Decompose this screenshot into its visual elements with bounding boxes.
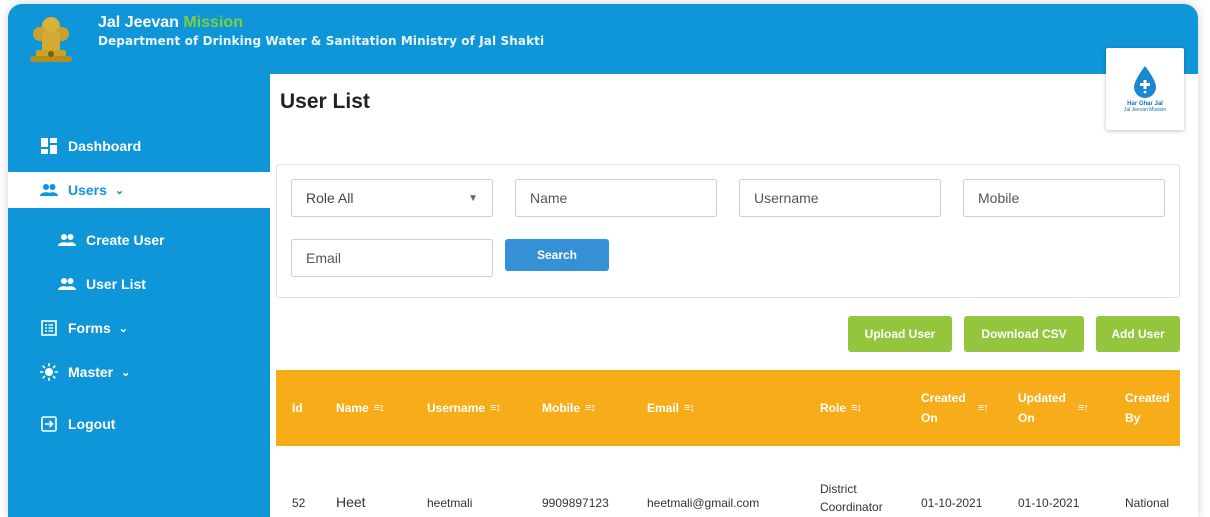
dashboard-icon: [40, 137, 58, 155]
sort-icon[interactable]: ≡↕: [684, 402, 695, 414]
sidebar-item-users[interactable]: Users ⌄: [8, 172, 270, 208]
sidebar: Dashboard Users ⌄ Create User User List: [8, 74, 270, 517]
col-header-created-on[interactable]: Created On ≡↑: [921, 370, 989, 446]
mobile-field[interactable]: [963, 179, 1165, 217]
brand-title-part1: Jal Jeevan: [98, 14, 179, 31]
col-header-label: Created By: [1125, 388, 1170, 428]
col-header-id: Id: [292, 370, 303, 446]
cell-updated-on: 01-10-2021: [1018, 496, 1080, 510]
sidebar-item-label: User List: [86, 276, 146, 292]
add-user-button[interactable]: Add User: [1096, 316, 1180, 352]
sun-icon: [40, 362, 58, 382]
cell-id: 52: [292, 496, 306, 510]
form-icon: [40, 319, 58, 337]
sidebar-item-label: Users: [68, 182, 107, 198]
sidebar-item-label: Logout: [68, 416, 116, 432]
col-header-label: Name: [336, 401, 369, 415]
sort-icon[interactable]: ≡↕: [585, 402, 596, 414]
department-subtitle: Department of Drinking Water & Sanitatio…: [98, 34, 545, 48]
table-header: Id Name ≡↕ Username ≡↕ Mobile ≡↕ Email ≡…: [276, 370, 1180, 446]
email-input[interactable]: [306, 250, 478, 266]
sidebar-item-label: Create User: [86, 232, 165, 248]
sort-icon[interactable]: ≡↑: [978, 402, 989, 414]
table-row: 52 Heet heetmali 9909897123 heetmali@gma…: [276, 446, 1180, 517]
sidebar-item-master[interactable]: Master ⌄: [8, 354, 270, 390]
page-title: User List: [280, 90, 370, 113]
cell-username: heetmali: [427, 496, 473, 510]
name-field[interactable]: [515, 179, 717, 217]
cell-name: Heet: [336, 494, 366, 510]
logo-text-line2: Jal Jeevan Mission: [1123, 107, 1167, 113]
col-header-label: Updated On: [1018, 388, 1066, 428]
col-header-label-line1: Created: [1125, 391, 1170, 405]
col-header-label: Role: [820, 401, 847, 415]
col-header-email[interactable]: Email ≡↕: [647, 370, 695, 446]
col-header-label: Id: [292, 401, 303, 415]
chevron-down-icon: ⌄: [121, 366, 131, 379]
col-header-username[interactable]: Username ≡↕: [427, 370, 501, 446]
cell-created-on: 01-10-2021: [921, 496, 983, 510]
users-icon: [58, 231, 76, 249]
col-header-label-line2: By: [1125, 411, 1141, 425]
sort-icon[interactable]: ≡↕: [374, 402, 385, 414]
sort-icon[interactable]: ≡↕: [490, 402, 501, 414]
col-header-label-line2: On: [921, 411, 938, 425]
mobile-input[interactable]: [978, 190, 1150, 206]
sidebar-item-forms[interactable]: Forms ⌄: [8, 310, 270, 346]
sort-icon[interactable]: ≡↕: [851, 402, 862, 414]
app-window: Jal Jeevan Mission Department of Drinkin…: [8, 4, 1198, 517]
role-select[interactable]: Role All ▼: [291, 179, 493, 217]
col-header-label: Created On: [921, 388, 966, 428]
main-content: User List Har Ghar Jal Jal Jeevan Missio…: [270, 48, 1198, 517]
col-header-label: Username: [427, 401, 486, 415]
cell-role-line1: District: [820, 482, 857, 496]
chevron-down-icon: ⌄: [118, 322, 129, 335]
users-icon: [40, 181, 58, 199]
cell-role-line2: Coordinator: [820, 500, 883, 514]
col-header-updated-on[interactable]: Updated On ≡↑: [1018, 370, 1089, 446]
brand-title-part2: Mission: [183, 14, 243, 31]
col-header-label-line1: Updated: [1018, 391, 1066, 405]
cell-role: District Coordinator: [820, 446, 883, 517]
username-field[interactable]: [739, 179, 941, 217]
sidebar-item-logout[interactable]: Logout: [8, 406, 270, 442]
brand-title: Jal Jeevan Mission: [98, 14, 243, 32]
col-header-label-line1: Created: [921, 391, 966, 405]
water-drop-icon: [1134, 66, 1156, 98]
sidebar-item-create-user[interactable]: Create User: [8, 222, 270, 258]
col-header-label: Email: [647, 401, 680, 415]
sidebar-item-dashboard[interactable]: Dashboard: [8, 128, 270, 164]
role-select-value: Role All: [306, 190, 354, 206]
email-field[interactable]: [291, 239, 493, 277]
chevron-down-icon: ⌄: [114, 184, 125, 197]
sidebar-item-label: Dashboard: [68, 138, 142, 154]
sidebar-item-user-list[interactable]: User List: [8, 266, 270, 302]
col-header-role[interactable]: Role ≡↕: [820, 370, 862, 446]
upload-user-button[interactable]: Upload User: [848, 316, 952, 352]
har-ghar-jal-logo: Har Ghar Jal Jal Jeevan Mission: [1106, 48, 1184, 130]
col-header-label-line2: On: [1018, 411, 1035, 425]
national-emblem-icon: [30, 17, 72, 62]
cell-email: heetmali@gmail.com: [647, 496, 760, 510]
sort-icon[interactable]: ≡↑: [1078, 402, 1089, 414]
col-header-label: Mobile: [542, 401, 580, 415]
caret-down-icon: ▼: [468, 192, 478, 204]
top-header: Jal Jeevan Mission Department of Drinkin…: [8, 4, 1198, 74]
download-csv-button[interactable]: Download CSV: [964, 316, 1084, 352]
username-input[interactable]: [754, 190, 926, 206]
cell-mobile: 9909897123: [542, 496, 609, 510]
col-header-mobile[interactable]: Mobile ≡↕: [542, 370, 596, 446]
cell-created-by: National: [1125, 496, 1170, 510]
col-header-name[interactable]: Name ≡↕: [336, 370, 385, 446]
col-header-created-by: Created By: [1125, 370, 1170, 446]
name-input[interactable]: [530, 190, 702, 206]
sidebar-item-label: Forms: [68, 320, 111, 336]
logout-icon: [40, 415, 58, 433]
filter-panel: Role All ▼ Search: [276, 164, 1180, 298]
search-button[interactable]: Search: [505, 239, 609, 271]
sidebar-item-label: Master: [68, 364, 114, 380]
users-icon: [58, 275, 76, 293]
